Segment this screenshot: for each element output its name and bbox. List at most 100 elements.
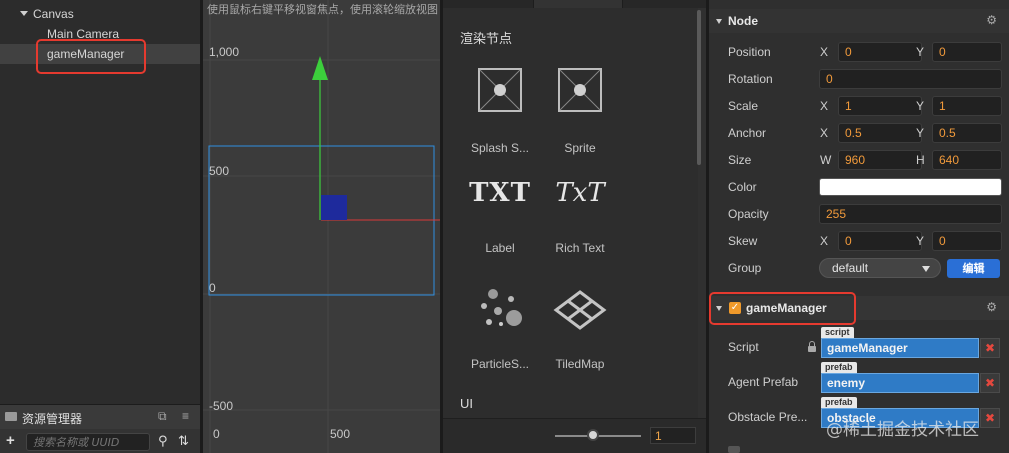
clear-obstacle-prefab-button[interactable]: ✖ (980, 408, 1000, 428)
assets-panel-title: 资源管理器 (22, 412, 83, 426)
folder-icon (5, 412, 17, 421)
component-label: TiledMap (555, 357, 605, 371)
assets-panel: 资源管理器 ⧉ ≡ + ⚲ ⇅ (0, 404, 200, 453)
x-axis-label: 0 (213, 427, 220, 441)
asset-type-tag: script (821, 327, 854, 338)
color-picker-field[interactable] (819, 178, 1002, 196)
anchor-x-label: X (820, 126, 829, 140)
asset-search-input[interactable] (26, 433, 150, 451)
rotation-field[interactable]: 0 (819, 69, 1002, 89)
node-library-panel: 渲染节点 Splash S... Sprite TXT Label TxT Ri… (443, 0, 706, 453)
scene-hint: 使用鼠标右键平移视窗焦点，使用滚轮缩放视图 (207, 3, 438, 16)
rotation-label: Rotation (728, 72, 773, 86)
sort-icon[interactable]: ⇅ (178, 433, 189, 449)
scene-grid (203, 0, 440, 453)
gear-icon[interactable]: ⚙ (986, 300, 997, 314)
skew-x-label: X (820, 234, 829, 248)
anchor-y-label: Y (916, 126, 925, 140)
size-width-field[interactable]: 960 (838, 150, 922, 170)
popout-icon[interactable]: ⧉ (158, 409, 167, 424)
scene-view[interactable]: 使用鼠标右键平移视窗焦点，使用滚轮缩放视图 1,000 500 0 -500 0… (203, 0, 440, 453)
position-x-field[interactable]: 0 (838, 42, 922, 62)
agent-prefab-label: Agent Prefab (728, 375, 799, 389)
group-select-value: default (832, 261, 869, 275)
component-label: Sprite (564, 141, 596, 155)
asset-type-tag: prefab (821, 362, 857, 373)
y-axis-label: -500 (209, 399, 234, 413)
watermark: @稀土掘金技术社区 (826, 420, 979, 440)
anchor-x-field[interactable]: 0.5 (838, 123, 922, 143)
position-x-label: X (820, 45, 829, 59)
script-asset-field[interactable]: gameManager (821, 338, 979, 358)
opacity-field[interactable]: 255 (819, 204, 1002, 224)
library-tab-bar (443, 0, 706, 8)
clear-script-button[interactable]: ✖ (980, 338, 1000, 358)
component-label-node[interactable]: TXT Label (460, 176, 540, 266)
assets-panel-header: 资源管理器 ⧉ ≡ (0, 405, 200, 429)
label-icon: TXT (469, 178, 531, 208)
agent-prefab-field[interactable]: enemy (821, 373, 979, 393)
y-axis-label: 500 (209, 164, 230, 178)
tree-item-label: Canvas (33, 7, 74, 21)
section-title-ui: UI (460, 396, 473, 411)
clear-agent-prefab-button[interactable]: ✖ (980, 373, 1000, 393)
highlight-box (36, 39, 146, 74)
group-select[interactable]: default (819, 258, 941, 278)
component-splash-sprite[interactable]: Splash S... (460, 66, 540, 156)
inspector-panel: Node ⚙ Position X 0 Y 0 Rotation 0 Scale… (709, 0, 1009, 453)
library-scrollbar[interactable] (697, 10, 701, 165)
color-label: Color (728, 180, 757, 194)
particle-system-icon (460, 286, 540, 334)
library-footer (443, 418, 706, 453)
section-title-render: 渲染节点 (460, 31, 513, 46)
zoom-input[interactable] (650, 427, 696, 444)
node-handle (321, 195, 347, 220)
skew-x-field[interactable]: 0 (838, 231, 922, 251)
tiled-map-icon (540, 290, 620, 334)
rich-text-icon: TxT (555, 178, 605, 208)
component-tiled-map[interactable]: TiledMap (540, 286, 620, 376)
scale-x-field[interactable]: 1 (838, 96, 922, 116)
library-tab[interactable] (533, 0, 623, 8)
component-label: Label (485, 241, 515, 255)
add-asset-button[interactable]: + (6, 432, 15, 449)
search-icon[interactable]: ⚲ (158, 433, 168, 449)
skew-y-field[interactable]: 0 (932, 231, 1002, 251)
gear-icon[interactable]: ⚙ (986, 13, 997, 27)
scale-x-label: X (820, 99, 829, 113)
asset-type-tag: prefab (821, 397, 857, 408)
y-axis-label: 1,000 (209, 45, 240, 59)
skew-label: Skew (728, 234, 758, 248)
component-particle-system[interactable]: ParticleS... (460, 286, 540, 376)
scale-y-field[interactable]: 1 (932, 96, 1002, 116)
library-body: 渲染节点 Splash S... Sprite TXT Label TxT Ri… (443, 8, 698, 418)
edit-group-button[interactable]: 编辑 (947, 259, 1000, 278)
menu-icon[interactable]: ≡ (182, 409, 189, 423)
assets-toolbar: + ⚲ ⇅ (0, 430, 200, 453)
splash-sprite-icon (460, 68, 540, 112)
anchor-label: Anchor (728, 126, 767, 140)
lock-icon (808, 341, 816, 352)
collapsed-item-icon (728, 446, 740, 453)
scale-y-label: Y (916, 99, 925, 113)
node-section-title: Node (728, 14, 758, 28)
script-label: Script (728, 340, 759, 354)
position-y-label: Y (916, 45, 925, 59)
position-label: Position (728, 45, 771, 59)
anchor-y-field[interactable]: 0.5 (932, 123, 1002, 143)
component-rich-text[interactable]: TxT Rich Text (540, 176, 620, 266)
zoom-slider-handle[interactable] (587, 429, 599, 441)
tree-item-canvas[interactable]: Canvas (0, 4, 200, 24)
size-height-field[interactable]: 640 (932, 150, 1002, 170)
component-sprite[interactable]: Sprite (540, 66, 620, 156)
size-w-label: W (820, 153, 832, 167)
position-y-field[interactable]: 0 (932, 42, 1002, 62)
size-h-label: H (916, 153, 925, 167)
scale-label: Scale (728, 99, 759, 113)
hierarchy-panel: Canvas Main Camera gameManager (0, 0, 200, 404)
node-section-header[interactable]: Node ⚙ (709, 9, 1009, 33)
expand-arrow-icon[interactable] (20, 11, 28, 16)
group-label: Group (728, 261, 762, 275)
collapse-arrow-icon[interactable] (716, 19, 722, 24)
y-axis-label: 0 (209, 281, 216, 295)
